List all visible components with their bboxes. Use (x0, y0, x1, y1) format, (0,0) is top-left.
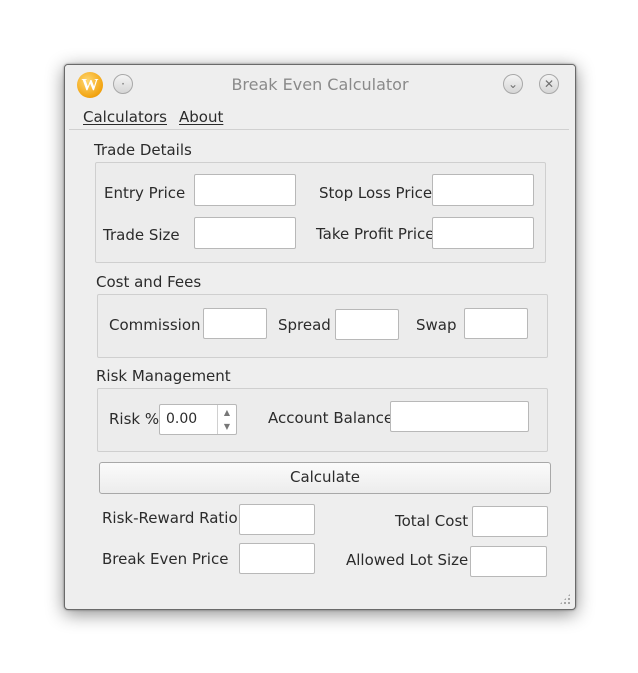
cost-fees-heading: Cost and Fees (96, 273, 202, 291)
swap-label: Swap (416, 316, 457, 334)
account-balance-input[interactable] (390, 401, 529, 432)
spread-input[interactable] (335, 309, 399, 340)
break-even-output[interactable] (239, 543, 315, 574)
lot-size-label: Allowed Lot Size (346, 551, 469, 569)
risk-percent-spinbox[interactable]: 0.00 ▲ ▼ (159, 404, 237, 435)
account-balance-label: Account Balance (268, 409, 394, 427)
total-cost-output[interactable] (472, 506, 548, 537)
window-title: Break Even Calculator (231, 75, 409, 94)
risk-reward-label: Risk-Reward Ratio (102, 509, 238, 527)
risk-management-heading: Risk Management (96, 367, 231, 385)
commission-label: Commission (109, 316, 201, 334)
menu-about[interactable]: About (179, 108, 223, 126)
lot-size-output[interactable] (470, 546, 547, 577)
close-button[interactable]: ✕ (539, 74, 559, 94)
menu-bar: Calculators About (69, 105, 569, 130)
stop-loss-label: Stop Loss Price (319, 184, 433, 202)
swap-input[interactable] (464, 308, 528, 339)
title-bar[interactable]: W · Break Even Calculator ⌄ ✕ (65, 65, 575, 105)
entry-price-input[interactable] (194, 174, 296, 206)
risk-reward-output[interactable] (239, 504, 315, 535)
risk-percent-value: 0.00 (166, 411, 198, 427)
risk-percent-label: Risk % (109, 410, 160, 428)
app-window: W · Break Even Calculator ⌄ ✕ Calculator… (64, 64, 576, 610)
commission-input[interactable] (203, 308, 267, 339)
calculate-button[interactable]: Calculate (99, 462, 551, 494)
trade-size-label: Trade Size (103, 226, 180, 244)
minimize-button[interactable]: ⌄ (503, 74, 523, 94)
spin-down-icon[interactable]: ▼ (218, 422, 236, 431)
stop-loss-input[interactable] (432, 174, 534, 206)
spin-buttons: ▲ ▼ (217, 405, 236, 434)
menu-calculators[interactable]: Calculators (83, 108, 167, 126)
take-profit-label: Take Profit Price (316, 225, 435, 243)
take-profit-input[interactable] (432, 217, 534, 249)
spread-label: Spread (278, 316, 331, 334)
resize-grip-icon[interactable] (559, 593, 571, 605)
entry-price-label: Entry Price (104, 184, 186, 202)
trade-size-input[interactable] (194, 217, 296, 249)
total-cost-label: Total Cost (395, 512, 469, 530)
spin-up-icon[interactable]: ▲ (218, 408, 236, 417)
break-even-label: Break Even Price (102, 550, 229, 568)
trade-details-heading: Trade Details (94, 141, 192, 159)
